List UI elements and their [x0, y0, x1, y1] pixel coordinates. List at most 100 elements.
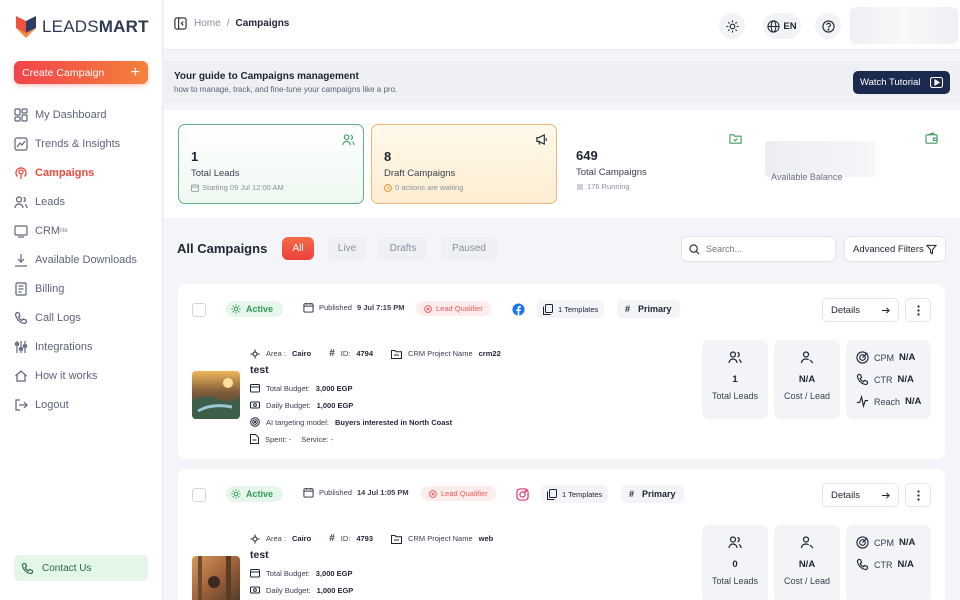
stat-label: Total Leads — [191, 168, 240, 179]
clock-icon — [384, 183, 392, 192]
reach-label: Reach — [874, 396, 901, 407]
metric-label: Total Leads — [711, 391, 759, 401]
billing-icon — [15, 281, 27, 296]
document-icon — [250, 434, 259, 444]
logo-mark-icon — [14, 14, 38, 40]
guide-subtitle: how to manage, track, and fine-tune your… — [174, 85, 398, 94]
users-icon — [342, 134, 355, 146]
id-value: 4794 — [356, 349, 374, 358]
area-value: Cairo — [292, 534, 312, 543]
sidebar-item-trends[interactable]: Trends & Insights — [14, 129, 154, 158]
brand-logo[interactable]: LEADSMART — [14, 14, 149, 40]
x-circle-icon — [424, 304, 432, 313]
published-date: Published 14 Jul 1:05 PM — [303, 487, 409, 498]
topbar: Home / Campaigns EN — [164, 0, 960, 50]
search-input[interactable] — [706, 244, 816, 254]
filter-drafts[interactable]: Drafts — [379, 237, 427, 260]
breadcrumb-home[interactable]: Home — [194, 18, 221, 29]
integrations-icon — [14, 340, 28, 353]
filter-paused[interactable]: Paused — [441, 237, 497, 260]
language-switch[interactable]: EN — [763, 13, 801, 39]
campaign-card: Active Published 9 Jul 7:15 PM Lead Quali… — [178, 284, 945, 459]
instagram-icon — [514, 486, 530, 502]
sidebar-item-logout[interactable]: Logout — [14, 390, 154, 419]
metric-value: 1 — [732, 374, 738, 385]
area-label: Area : — [266, 534, 287, 543]
sidebar-item-call-logs[interactable]: Call Logs — [14, 303, 154, 332]
sidebar-toggle-icon[interactable] — [174, 17, 187, 30]
campaign-name[interactable]: test — [250, 364, 269, 376]
ai-targeting-value: Buyers interested in North Coast — [334, 417, 453, 427]
sidebar-item-crm[interactable]: CRM lite — [14, 216, 154, 245]
sidebar-item-sublabel: lite — [60, 227, 68, 234]
cpm-icon — [856, 536, 869, 549]
more-options-button[interactable] — [905, 483, 931, 507]
cost-per-lead-metric: N/A Cost / Lead — [774, 340, 840, 419]
filter-live[interactable]: Live — [328, 237, 366, 260]
ctr-value: N/A — [897, 559, 914, 570]
help-button[interactable] — [815, 13, 841, 39]
sidebar-item-label: Integrations — [35, 340, 93, 353]
contact-us-label: Contact Us — [42, 562, 92, 574]
watch-tutorial-button[interactable]: Watch Tutorial — [853, 71, 950, 94]
crm-value: web — [478, 534, 494, 543]
sidebar-item-dashboard[interactable]: My Dashboard — [14, 100, 154, 129]
more-options-button[interactable] — [905, 298, 931, 322]
sidebar-item-label: Leads — [35, 195, 65, 208]
search-icon — [689, 243, 700, 254]
create-campaign-button[interactable]: Create Campaign + — [14, 61, 148, 84]
breadcrumb-separator: / — [226, 18, 230, 29]
search-box[interactable] — [681, 236, 836, 262]
status-label: Active — [246, 489, 274, 499]
total-leads-metric: 0 Total Leads — [702, 525, 768, 600]
user-profile-area[interactable] — [850, 7, 958, 44]
sidebar-item-leads[interactable]: Leads — [14, 187, 154, 216]
ctr-value: N/A — [897, 374, 914, 385]
crm-label: CRM Project Name — [408, 534, 473, 543]
sidebar-item-downloads[interactable]: Available Downloads — [14, 245, 154, 274]
dashboard-icon — [14, 107, 28, 122]
help-icon — [821, 19, 835, 33]
filter-icon — [926, 244, 937, 254]
contact-us-button[interactable]: Contact Us — [14, 555, 148, 581]
select-checkbox[interactable] — [192, 488, 206, 502]
megaphone-icon — [536, 133, 547, 146]
ctr-label: CTR — [874, 374, 893, 385]
wallet-icon — [925, 132, 938, 144]
stat-total-campaigns[interactable]: 649 Total Campaigns 176 Running — [564, 124, 750, 204]
leads-icon — [14, 195, 28, 208]
details-button[interactable]: Details — [822, 483, 899, 507]
area-label: Area : — [266, 349, 287, 358]
metric-value: 0 — [732, 559, 738, 570]
crm-icon — [14, 224, 28, 238]
sidebar-item-billing[interactable]: Billing — [14, 274, 154, 303]
sidebar-item-label: Campaigns — [35, 166, 95, 179]
sidebar-item-how-it-works[interactable]: How it works — [14, 361, 154, 390]
campaign-name[interactable]: test — [250, 549, 269, 561]
hash-icon: # — [625, 304, 631, 314]
stat-label: Draft Campaigns — [384, 168, 456, 179]
sidebar-item-label: My Dashboard — [35, 108, 107, 121]
details-button[interactable]: Details — [822, 298, 899, 322]
sidebar-item-campaigns[interactable]: Campaigns — [14, 158, 154, 187]
create-campaign-label: Create Campaign — [22, 66, 105, 79]
theme-toggle-button[interactable] — [719, 13, 745, 39]
reach-value: N/A — [905, 396, 922, 407]
sun-status-icon — [231, 489, 241, 499]
stat-total-leads[interactable]: 1 Total Leads Starting 09 Jul 12:00 AM — [178, 124, 364, 204]
cpm-label: CPM — [874, 352, 894, 363]
sidebar-item-integrations[interactable]: Integrations — [14, 332, 154, 361]
primary-tag: # Primary — [617, 300, 680, 318]
stat-draft-campaigns[interactable]: 8 Draft Campaigns 0 actions are waiting — [371, 124, 557, 204]
ai-targeting-label: AI targeting model: — [266, 417, 329, 427]
more-vertical-icon — [916, 489, 920, 501]
filter-all[interactable]: All — [282, 237, 314, 260]
advanced-filters-button[interactable]: Advanced Filters — [844, 236, 946, 262]
kpi-panel: CPM N/A CTR N/A Reach N/A — [846, 340, 931, 419]
total-budget-value: 3,000 EGP — [315, 568, 353, 578]
list-icon — [577, 184, 583, 189]
sun-icon — [725, 19, 739, 33]
guide-banner: Your guide to Campaigns management how t… — [164, 61, 960, 103]
cpm-value: N/A — [899, 537, 916, 548]
select-checkbox[interactable] — [192, 303, 206, 317]
